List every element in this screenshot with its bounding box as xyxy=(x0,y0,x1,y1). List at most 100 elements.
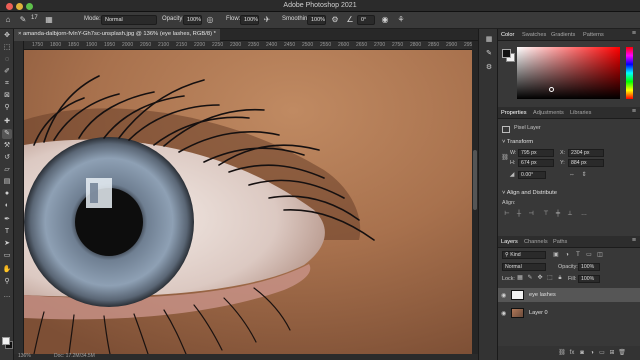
tool-presets-panel-icon[interactable]: ⚙ xyxy=(484,63,494,73)
more-options-icon[interactable]: … xyxy=(580,210,588,218)
tab-properties[interactable]: Properties xyxy=(501,110,527,116)
move-tool-icon[interactable]: ✥ xyxy=(2,31,12,41)
lock-image-icon[interactable]: ✎ xyxy=(526,274,534,282)
zoom-tool-icon[interactable]: ⚲ xyxy=(2,277,12,287)
image-canvas[interactable] xyxy=(24,50,472,354)
zoom-level[interactable]: 136% xyxy=(18,353,31,359)
quick-select-tool-icon[interactable]: ✐ xyxy=(2,67,12,77)
tab-adjustments[interactable]: Adjustments xyxy=(533,110,564,116)
flow-field[interactable]: 100% xyxy=(240,15,259,25)
filter-adjustment-icon[interactable]: ◑ xyxy=(563,251,571,259)
panel-menu-icon[interactable]: ≡ xyxy=(632,108,636,115)
brush-preset-icon[interactable]: ✎ xyxy=(18,15,28,25)
align-left-icon[interactable]: ⊢ xyxy=(503,210,511,218)
layer-row-layer-0[interactable]: ◉ Layer 0 xyxy=(498,306,640,320)
panel-menu-icon[interactable]: ≡ xyxy=(632,30,636,37)
eyedropper-tool-icon[interactable]: ⚲ xyxy=(2,103,12,113)
gradient-tool-icon[interactable]: ▤ xyxy=(2,177,12,187)
tab-patterns[interactable]: Patterns xyxy=(583,32,604,38)
visibility-eye-icon[interactable]: ◉ xyxy=(501,310,506,317)
pressure-opacity-icon[interactable]: ◎ xyxy=(205,15,215,25)
history-panel-icon[interactable]: ▦ xyxy=(484,35,494,45)
lock-artboard-icon[interactable]: ⬚ xyxy=(546,274,554,282)
flip-horizontal-icon[interactable]: ⇔ xyxy=(568,171,576,179)
tab-swatches[interactable]: Swatches xyxy=(522,32,546,38)
history-brush-tool-icon[interactable]: ↺ xyxy=(2,153,12,163)
fill-field[interactable]: 100% xyxy=(578,275,600,283)
frame-tool-icon[interactable]: ⊠ xyxy=(2,91,12,101)
layer-kind-filter[interactable]: ⚲ Kind xyxy=(502,251,546,259)
align-top-icon[interactable]: ⊤ xyxy=(542,210,550,218)
align-center-v-icon[interactable]: ╪ xyxy=(554,210,562,218)
color-picker-ring[interactable] xyxy=(549,87,554,92)
tab-libraries[interactable]: Libraries xyxy=(570,110,591,116)
panel-menu-icon[interactable]: ≡ xyxy=(632,237,636,244)
vertical-scrollbar-thumb[interactable] xyxy=(473,150,477,210)
color-panel-foreground-swatch[interactable] xyxy=(502,49,511,58)
mask-icon[interactable]: ◙ xyxy=(578,349,586,357)
mode-select[interactable]: Normal xyxy=(101,15,157,25)
visibility-eye-icon[interactable]: ◉ xyxy=(501,292,506,299)
document-tab[interactable]: × amanda-dalbjorn-fvInY-Gh7sc-unsplash.j… xyxy=(14,29,220,41)
align-center-h-icon[interactable]: ┼ xyxy=(515,210,523,218)
eraser-tool-icon[interactable]: ▱ xyxy=(2,165,12,175)
tab-paths[interactable]: Paths xyxy=(553,239,567,245)
foreground-color-swatch[interactable] xyxy=(2,337,10,345)
y-field[interactable]: 884 px xyxy=(568,159,604,167)
lock-position-icon[interactable]: ✥ xyxy=(536,274,544,282)
layer-opacity-field[interactable]: 100% xyxy=(578,263,600,271)
pen-tool-icon[interactable]: ✒ xyxy=(2,215,12,225)
blend-mode-select[interactable]: Normal xyxy=(502,263,546,271)
tab-gradients[interactable]: Gradients xyxy=(551,32,575,38)
angle-field[interactable]: 0° xyxy=(357,15,375,25)
filter-smart-object-icon[interactable]: ◫ xyxy=(596,251,604,259)
width-field[interactable]: 795 px xyxy=(518,149,554,157)
trash-icon[interactable]: 🗑︎ xyxy=(618,349,626,357)
align-title[interactable]: ˅ Align and Distribute xyxy=(502,190,557,196)
type-tool-icon[interactable]: T xyxy=(2,227,12,237)
adjustment-layer-icon[interactable]: ◑ xyxy=(588,349,596,357)
marquee-tool-icon[interactable]: ⬚ xyxy=(2,43,12,53)
lock-all-icon[interactable]: 🔒︎ xyxy=(556,274,564,282)
flip-vertical-icon[interactable]: ⇕ xyxy=(580,171,588,179)
blur-tool-icon[interactable]: ● xyxy=(2,189,12,199)
link-layers-icon[interactable]: ⛓ xyxy=(558,349,566,357)
brush-size-value[interactable]: 17 xyxy=(31,15,38,21)
pressure-size-icon[interactable]: ◉ xyxy=(380,15,390,25)
clone-stamp-tool-icon[interactable]: ⚒ xyxy=(2,141,12,151)
edit-toolbar-icon[interactable]: … xyxy=(2,291,12,301)
spot-heal-tool-icon[interactable]: ✚ xyxy=(2,117,12,127)
opacity-field[interactable]: 100% xyxy=(183,15,202,25)
lasso-tool-icon[interactable]: ◌ xyxy=(2,55,12,65)
tab-channels[interactable]: Channels xyxy=(524,239,548,245)
tab-layers[interactable]: Layers xyxy=(501,239,518,245)
path-select-tool-icon[interactable]: ➤ xyxy=(2,239,12,249)
link-icon[interactable]: ⛓ xyxy=(501,154,509,162)
symmetry-icon[interactable]: ⚘ xyxy=(396,15,406,25)
brush-settings-panel-icon[interactable]: ✎ xyxy=(484,49,494,59)
filter-pixel-icon[interactable]: ▣ xyxy=(552,251,560,259)
fx-icon[interactable]: fx xyxy=(568,349,576,357)
x-field[interactable]: 2304 px xyxy=(568,149,604,157)
crop-tool-icon[interactable]: ⌗ xyxy=(2,79,12,89)
home-icon[interactable]: ⌂ xyxy=(3,15,13,25)
smoothing-field[interactable]: 100% xyxy=(307,15,326,25)
brush-settings-icon[interactable]: ▦ xyxy=(44,15,54,25)
angle-field[interactable]: 0.00° xyxy=(518,171,546,179)
new-layer-icon[interactable]: ⊞ xyxy=(608,349,616,357)
filter-type-icon[interactable]: T xyxy=(574,251,582,259)
align-bottom-icon[interactable]: ⊥ xyxy=(566,210,574,218)
brush-tool-icon[interactable]: ✎ xyxy=(2,129,12,139)
dodge-tool-icon[interactable]: ◐ xyxy=(2,201,12,211)
tab-color[interactable]: Color xyxy=(501,32,514,38)
group-folder-icon[interactable]: ▭ xyxy=(598,349,606,357)
rectangle-tool-icon[interactable]: ▭ xyxy=(2,251,12,261)
align-right-icon[interactable]: ⊣ xyxy=(527,210,535,218)
lock-transparent-icon[interactable]: ▦ xyxy=(516,274,524,282)
smoothing-settings-icon[interactable]: ⚙ xyxy=(330,15,340,25)
airbrush-icon[interactable]: ✈ xyxy=(262,15,272,25)
hue-slider[interactable] xyxy=(626,47,633,99)
filter-shape-icon[interactable]: ▭ xyxy=(585,251,593,259)
color-field[interactable] xyxy=(517,47,620,99)
transform-title[interactable]: ˅ Transform xyxy=(502,139,533,145)
